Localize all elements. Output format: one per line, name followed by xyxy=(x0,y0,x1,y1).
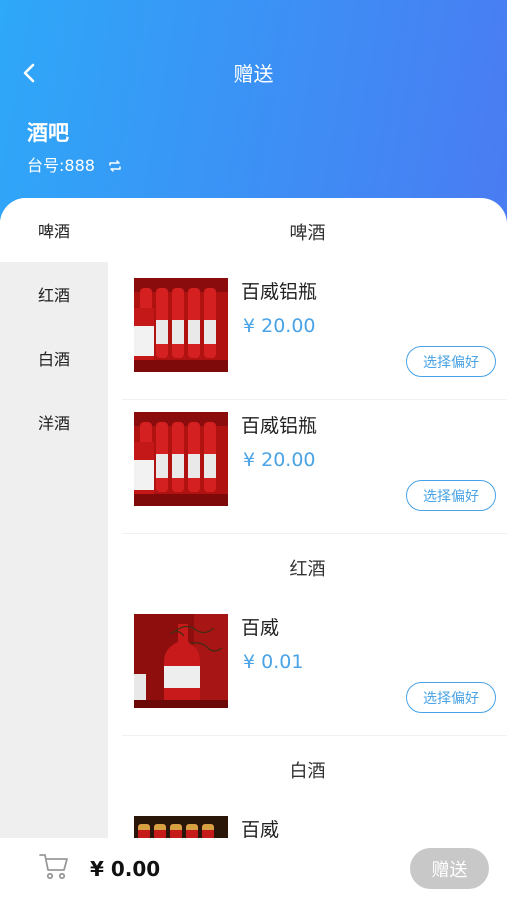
product-name: 百威 xyxy=(241,819,280,840)
sidebar-item-baijiu[interactable]: 白酒 xyxy=(0,326,108,390)
sidebar-item-label: 啤酒 xyxy=(37,222,70,241)
sidebar-item-label: 洋酒 xyxy=(37,414,70,433)
select-preference-button[interactable]: 选择偏好 xyxy=(406,682,496,713)
product-price: ¥ 20.00 xyxy=(243,315,316,337)
product-name: 百威 xyxy=(241,617,280,639)
table-info: 台号: 888 xyxy=(27,154,123,178)
product-item[interactable]: 百威 xyxy=(122,804,507,840)
main-panel: 啤酒 红酒 白酒 洋酒 啤酒 百威铝瓶 ¥ 20.00 选择偏好 百威铝瓶 ¥ … xyxy=(0,198,507,900)
product-name: 百威铝瓶 xyxy=(241,415,318,437)
product-image xyxy=(134,816,228,840)
product-image xyxy=(134,412,228,506)
sidebar-item-red-wine[interactable]: 红酒 xyxy=(0,262,108,326)
venue-name: 酒吧 xyxy=(27,121,69,145)
product-item[interactable]: 百威铝瓶 ¥ 20.00 选择偏好 xyxy=(122,266,507,400)
cart-icon[interactable] xyxy=(38,851,70,881)
page-title: 赠送 xyxy=(233,62,274,86)
category-title: 啤酒 xyxy=(289,223,326,244)
product-name: 百威铝瓶 xyxy=(241,281,318,303)
sidebar-item-spirits[interactable]: 洋酒 xyxy=(0,390,108,454)
footer-bar: ¥ 0.00 赠送 xyxy=(0,838,507,900)
product-list[interactable]: 啤酒 百威铝瓶 ¥ 20.00 选择偏好 百威铝瓶 ¥ 20.00 选择偏好 红… xyxy=(108,198,507,840)
sidebar-item-label: 红酒 xyxy=(37,286,70,305)
gift-submit-button[interactable]: 赠送 xyxy=(410,848,489,889)
table-label: 台号: xyxy=(27,156,65,175)
category-title: 白酒 xyxy=(289,761,326,782)
sidebar-item-label: 白酒 xyxy=(37,350,70,369)
product-image xyxy=(134,614,228,708)
table-number: 888 xyxy=(64,156,95,175)
sidebar-item-beer[interactable]: 啤酒 xyxy=(0,198,108,262)
product-image xyxy=(134,278,228,372)
product-item[interactable]: 百威 ¥ 0.01 选择偏好 xyxy=(122,602,507,736)
select-preference-button[interactable]: 选择偏好 xyxy=(406,480,496,511)
total-amount: ¥ 0.00 xyxy=(90,857,161,881)
select-preference-button[interactable]: 选择偏好 xyxy=(406,346,496,377)
category-sidebar: 啤酒 红酒 白酒 洋酒 xyxy=(0,198,108,900)
product-price: ¥ 20.00 xyxy=(243,449,316,471)
category-title: 红酒 xyxy=(289,559,326,580)
swap-icon[interactable] xyxy=(107,158,123,174)
product-item[interactable]: 百威铝瓶 ¥ 20.00 选择偏好 xyxy=(122,400,507,534)
product-price: ¥ 0.01 xyxy=(243,651,304,673)
